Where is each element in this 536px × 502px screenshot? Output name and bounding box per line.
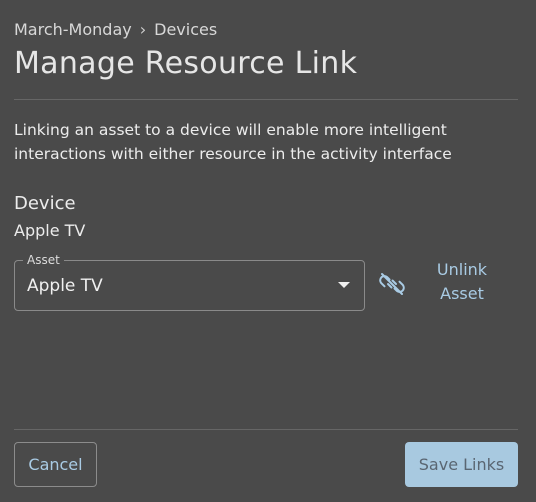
unlink-icon[interactable] [379,271,405,297]
asset-select[interactable]: Asset Apple TV [14,252,365,311]
unlink-asset-label-line1: Unlink [436,260,488,279]
header-divider [14,99,518,100]
asset-select-label: Asset [23,252,64,268]
unlink-asset-button[interactable]: Unlink Asset [427,258,497,306]
page-title: Manage Resource Link [14,46,358,81]
asset-select-value: Apple TV [27,276,103,296]
cancel-button[interactable]: Cancel [14,442,97,487]
breadcrumb-parent[interactable]: March-Monday [14,20,132,39]
breadcrumb: March-Monday › Devices [14,20,217,39]
breadcrumb-separator-icon: › [139,20,147,39]
save-links-button[interactable]: Save Links [405,442,518,487]
device-value: Apple TV [14,221,86,240]
unlink-asset-label-line2: Asset [440,284,484,303]
footer-divider [14,429,518,430]
device-heading: Device [14,193,76,214]
description-text: Linking an asset to a device will enable… [14,121,452,163]
chevron-down-icon [338,282,350,288]
breadcrumb-current[interactable]: Devices [154,20,217,39]
